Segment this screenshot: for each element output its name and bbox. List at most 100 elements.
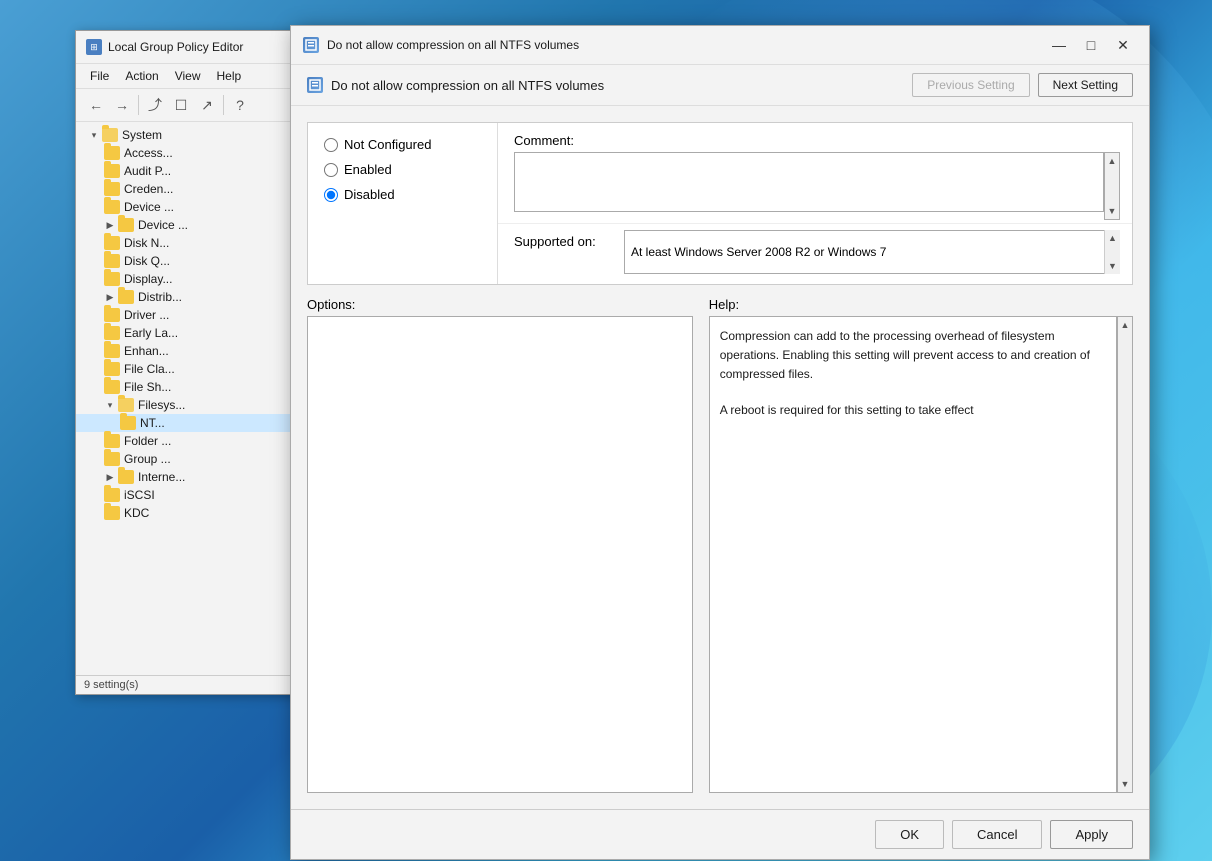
dialog-content: Not Configured Enabled Disabled Comment:: [291, 106, 1149, 809]
supported-area: Supported on: At least Windows Server 20…: [498, 223, 1132, 284]
help-scroll-up[interactable]: ▲: [1117, 317, 1133, 333]
policy-icon: [303, 37, 319, 53]
menu-action[interactable]: Action: [119, 67, 164, 85]
menu-file[interactable]: File: [84, 67, 115, 85]
next-setting-button[interactable]: Next Setting: [1038, 73, 1133, 97]
enabled-radio[interactable]: [324, 163, 338, 177]
tree-label: Display...: [124, 272, 172, 286]
tree-label: Disk Q...: [124, 254, 170, 268]
enabled-label: Enabled: [344, 162, 392, 177]
folder-icon: [104, 146, 120, 160]
dialog-header-nav: Previous Setting Next Setting: [912, 73, 1133, 97]
chevron-icon: ▾: [104, 399, 116, 411]
config-area: Not Configured Enabled Disabled Comment:: [307, 122, 1133, 285]
options-label: Options:: [307, 297, 693, 312]
tree-label: Folder ...: [124, 434, 171, 448]
scroll-up-icon[interactable]: ▲: [1105, 230, 1121, 246]
options-box: [307, 316, 693, 793]
folder-icon: [104, 272, 120, 286]
help-text-1: Compression can add to the processing ov…: [720, 327, 1106, 385]
options-column: Options:: [307, 297, 693, 793]
supported-label: Supported on:: [514, 230, 624, 249]
folder-icon: [104, 236, 120, 250]
enabled-option[interactable]: Enabled: [324, 162, 481, 177]
options-help-area: Options: Help: Compression can add to th…: [307, 297, 1133, 793]
tree-label-system: System: [122, 128, 162, 142]
comment-supported-panel: Comment: ▲ ▼ Supported on:: [498, 123, 1132, 284]
lgpe-title-icon: ⊞: [86, 39, 102, 55]
folder-icon: [118, 398, 134, 412]
minimize-button[interactable]: —: [1045, 34, 1073, 56]
dialog-window: Do not allow compression on all NTFS vol…: [290, 25, 1150, 860]
folder-icon: [104, 434, 120, 448]
disabled-option[interactable]: Disabled: [324, 187, 481, 202]
back-button[interactable]: ←: [84, 93, 108, 117]
comment-input[interactable]: [514, 152, 1104, 212]
apply-button[interactable]: Apply: [1050, 820, 1133, 849]
folder-icon: [120, 416, 136, 430]
tree-label: Enhan...: [124, 344, 169, 358]
toolbar-sep-2: [223, 95, 224, 115]
folder-icon: [118, 290, 134, 304]
tree-label: Device ...: [124, 200, 174, 214]
previous-setting-button[interactable]: Previous Setting: [912, 73, 1029, 97]
scroll-down-icon[interactable]: ▼: [1105, 258, 1121, 274]
not-configured-label: Not Configured: [344, 137, 431, 152]
help-label: Help:: [709, 297, 1133, 312]
tree-label: File Cla...: [124, 362, 175, 376]
not-configured-option[interactable]: Not Configured: [324, 137, 481, 152]
tree-label: iSCSI: [124, 488, 155, 502]
tree-label: Group ...: [124, 452, 171, 466]
menu-view[interactable]: View: [169, 67, 207, 85]
comment-box-container: ▲ ▼: [514, 152, 1120, 215]
comment-label: Comment:: [514, 133, 1120, 148]
header-policy-title: Do not allow compression on all NTFS vol…: [331, 78, 604, 93]
chevron-icon: ▾: [88, 129, 100, 141]
tree-label: Audit P...: [124, 164, 171, 178]
folder-icon: [104, 254, 120, 268]
folder-icon: [104, 362, 120, 376]
up-button[interactable]: ⤴: [143, 93, 167, 117]
folder-icon: [104, 488, 120, 502]
show-hide-button[interactable]: ☐: [169, 93, 193, 117]
tree-label: Creden...: [124, 182, 173, 196]
lgpe-title: Local Group Policy Editor: [108, 40, 243, 54]
tree-label: Interne...: [138, 470, 185, 484]
chevron-icon: ▶: [104, 291, 116, 303]
help-button[interactable]: ?: [228, 93, 252, 117]
not-configured-radio[interactable]: [324, 138, 338, 152]
help-scroll-down[interactable]: ▼: [1117, 776, 1133, 792]
supported-scrollbar: ▲ ▼: [1104, 230, 1120, 274]
help-scrollbar: ▲ ▼: [1117, 316, 1133, 793]
chevron-icon: ▶: [104, 219, 116, 231]
scroll-down-arrow[interactable]: ▼: [1104, 203, 1120, 219]
tree-label: File Sh...: [124, 380, 171, 394]
folder-icon: [104, 344, 120, 358]
maximize-button[interactable]: □: [1077, 34, 1105, 56]
export-button[interactable]: ↗: [195, 93, 219, 117]
folder-icon: [104, 200, 120, 214]
folder-icon: [104, 182, 120, 196]
dialog-header-title: Do not allow compression on all NTFS vol…: [307, 77, 604, 93]
comment-area: Comment: ▲ ▼: [498, 123, 1132, 223]
disabled-radio[interactable]: [324, 188, 338, 202]
cancel-button[interactable]: Cancel: [952, 820, 1042, 849]
dialog-title: Do not allow compression on all NTFS vol…: [327, 38, 1037, 52]
dialog-titlebar: Do not allow compression on all NTFS vol…: [291, 26, 1149, 65]
help-text-2: A reboot is required for this setting to…: [720, 401, 1106, 420]
disabled-label: Disabled: [344, 187, 395, 202]
folder-icon: [104, 164, 120, 178]
tree-label: Filesys...: [138, 398, 185, 412]
toolbar-sep-1: [138, 95, 139, 115]
folder-icon: [104, 452, 120, 466]
menu-help[interactable]: Help: [211, 67, 248, 85]
scroll-up-arrow[interactable]: ▲: [1104, 153, 1120, 169]
ok-button[interactable]: OK: [875, 820, 944, 849]
tree-label: Access...: [124, 146, 173, 160]
folder-icon: [104, 308, 120, 322]
forward-button[interactable]: →: [110, 93, 134, 117]
comment-scrollbar: ▲ ▼: [1104, 152, 1120, 220]
folder-icon: [118, 218, 134, 232]
close-button[interactable]: ✕: [1109, 34, 1137, 56]
folder-icon: [104, 506, 120, 520]
